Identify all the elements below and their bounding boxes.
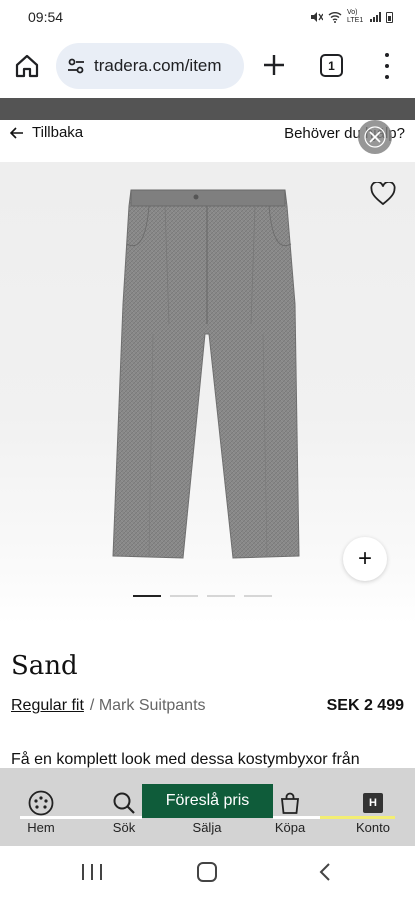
nav-label-home: Hem [27,820,55,835]
recent-apps-icon[interactable] [82,864,102,882]
pagination-dot[interactable] [207,595,235,597]
url-text[interactable]: tradera.com/item [94,56,222,76]
page-header: Tillbaka Behöver du hjälp? [0,120,415,162]
new-tab-icon[interactable] [262,53,286,77]
nav-label-sell: Sälja [192,820,222,835]
status-time: 09:54 [28,9,64,25]
home-logo-icon [28,790,54,816]
image-pagination [133,595,272,597]
close-button[interactable] [358,120,392,154]
status-icons: Vo) LTE1 [309,9,393,25]
search-icon [111,790,137,816]
system-back-icon[interactable] [318,862,332,882]
system-navigation-bar [0,846,415,900]
product-meta-row: Regular fit / Mark Suitpants SEK 2 499 [11,697,404,715]
product-price: SEK 2 499 [326,697,404,714]
address-bar[interactable]: tradera.com/item [56,43,244,89]
pagination-dot[interactable] [133,595,161,597]
fit-link[interactable]: Regular fit [11,697,84,715]
nav-label-account: Konto [356,820,390,835]
account-icon: H [360,790,386,816]
arrow-left-icon [10,126,23,139]
favorite-heart-icon[interactable] [370,182,396,206]
overlay-band [0,98,415,120]
product-title: Sand [11,651,78,681]
home-icon[interactable] [14,53,40,79]
bottom-navigation: Hem Sök Sälja Köpa H Konto Föreslå pris [0,768,415,846]
suggest-price-button[interactable]: Föreslå pris [142,784,273,818]
progress-line-left [20,816,142,819]
progress-line-right [320,816,395,819]
zoom-button[interactable]: + [343,537,387,581]
tab-switcher-button[interactable]: 1 [320,54,343,77]
nav-label-buy: Köpa [274,820,306,835]
more-menu-icon[interactable] [383,53,391,79]
status-bar: 09:54 Vo) LTE1 [0,0,415,34]
shopping-bag-icon [277,790,303,816]
nav-item-home[interactable]: Hem [6,768,76,846]
network-label: Vo) LTE1 [347,9,364,24]
site-settings-icon[interactable] [66,56,86,76]
system-home-icon[interactable] [197,862,217,882]
browser-toolbar: tradera.com/item 1 [0,40,415,92]
nav-label-search: Sök [112,820,136,835]
close-icon [364,126,386,148]
progress-line-mid [273,816,320,819]
product-image-gallery[interactable]: + [0,162,415,624]
pagination-dot[interactable] [244,595,272,597]
account-badge: H [363,793,383,813]
nav-item-account[interactable]: H Konto [338,768,408,846]
wifi-icon [328,12,342,23]
back-link[interactable]: Tillbaka [10,124,83,141]
product-photo [112,189,300,559]
back-label: Tillbaka [32,124,84,141]
signal-icon [370,12,381,22]
tab-count: 1 [328,58,335,73]
battery-icon [386,11,393,23]
plus-icon: + [357,545,372,572]
product-model: / Mark Suitpants [89,697,206,714]
pagination-dot[interactable] [170,595,198,597]
mute-icon [311,12,323,22]
